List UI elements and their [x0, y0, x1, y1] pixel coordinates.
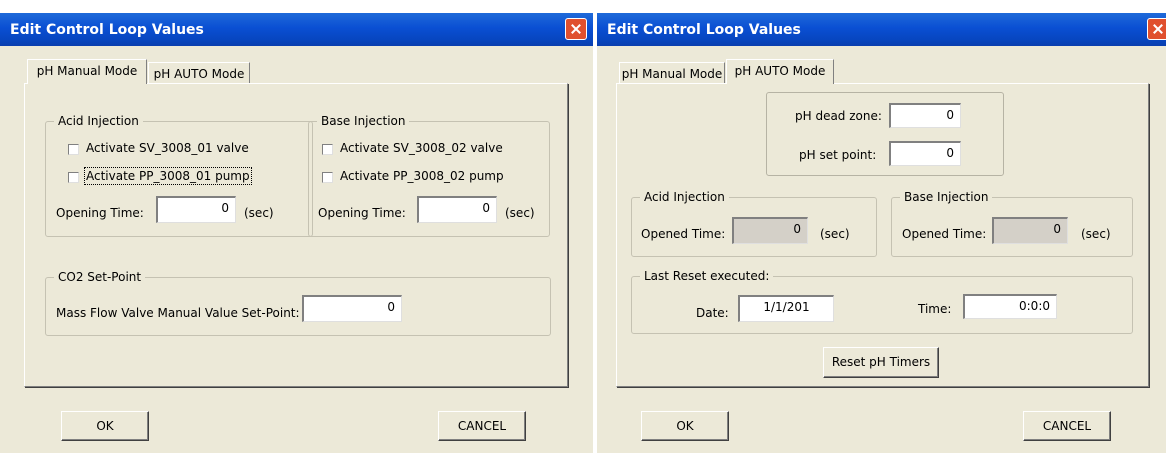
- acid-opening-time-input[interactable]: 0: [156, 196, 236, 223]
- title-bar[interactable]: Edit Control Loop Values: [597, 13, 1166, 46]
- dead-zone-label: pH dead zone:: [795, 109, 882, 123]
- tab-label: pH AUTO Mode: [153, 67, 245, 81]
- mass-flow-label: Mass Flow Valve Manual Value Set-Point:: [56, 306, 300, 320]
- last-reset-legend: Last Reset executed:: [640, 269, 774, 283]
- cancel-button[interactable]: CANCEL: [1023, 411, 1111, 441]
- acid-injection-legend: Acid Injection: [54, 114, 143, 128]
- unit-label: (sec): [1081, 227, 1111, 241]
- time-field[interactable]: 0:0:0: [963, 294, 1057, 319]
- ok-button[interactable]: OK: [641, 411, 729, 441]
- tab-ph-auto-mode[interactable]: pH AUTO Mode: [726, 59, 834, 84]
- base-injection-legend: Base Injection: [900, 190, 993, 204]
- reset-ph-timers-button[interactable]: Reset pH Timers: [823, 347, 939, 378]
- acid-injection-legend: Acid Injection: [640, 190, 729, 204]
- base-injection-group: Base Injection Activate SV_3008_02 valve…: [308, 114, 550, 237]
- co2-setpoint-group: CO2 Set-Point Mass Flow Valve Manual Val…: [45, 270, 551, 336]
- base-opening-time-input[interactable]: 0: [417, 196, 497, 223]
- acid-opened-time-field: 0: [732, 217, 808, 244]
- tab-ph-manual-mode[interactable]: pH Manual Mode: [619, 62, 725, 84]
- close-icon[interactable]: [565, 18, 587, 40]
- tab-label: pH Manual Mode: [36, 64, 138, 78]
- tab-panel: pH dead zone: 0 pH set point: 0 Acid Inj…: [616, 83, 1149, 387]
- last-reset-group: Last Reset executed: Date: 1/1/201 Time:…: [631, 269, 1133, 334]
- checkbox-label: Activate SV_3008_02 valve: [340, 141, 503, 155]
- acid-injection-group: Acid Injection Opened Time: 0 (sec): [631, 190, 877, 257]
- date-field[interactable]: 1/1/201: [738, 295, 834, 322]
- tab-panel: Acid Injection Activate SV_3008_01 valve…: [24, 83, 568, 387]
- dead-zone-input[interactable]: 0: [889, 103, 961, 128]
- close-icon[interactable]: [1147, 18, 1166, 40]
- mass-flow-setpoint-input[interactable]: 0: [302, 295, 402, 322]
- ok-button[interactable]: OK: [61, 411, 149, 441]
- opened-time-label: Opened Time:: [902, 227, 987, 241]
- set-point-input[interactable]: 0: [889, 141, 961, 166]
- base-injection-legend: Base Injection: [317, 114, 410, 128]
- checkbox-label: Activate PP_3008_02 pump: [340, 169, 504, 183]
- ph-parameters-group: pH dead zone: 0 pH set point: 0: [766, 92, 1004, 176]
- opened-time-label: Opened Time:: [641, 227, 726, 241]
- checkbox-sv-3008-02[interactable]: [322, 144, 333, 155]
- tab-ph-manual-mode[interactable]: pH Manual Mode: [27, 59, 147, 84]
- dialog-title: Edit Control Loop Values: [607, 22, 801, 38]
- title-bar[interactable]: Edit Control Loop Values: [0, 13, 593, 46]
- unit-label: (sec): [244, 206, 274, 220]
- cancel-button[interactable]: CANCEL: [438, 411, 526, 441]
- base-opened-time-field: 0: [992, 217, 1068, 244]
- checkbox-label: Activate PP_3008_01 pump: [84, 167, 252, 185]
- dialog-title: Edit Control Loop Values: [10, 22, 204, 38]
- base-injection-group: Base Injection Opened Time: 0 (sec): [891, 190, 1133, 257]
- tab-ph-auto-mode[interactable]: pH AUTO Mode: [148, 62, 250, 84]
- unit-label: (sec): [820, 227, 850, 241]
- checkbox-sv-3008-01[interactable]: [68, 144, 79, 155]
- dialog-manual-mode: Edit Control Loop Values pH Manual Mode …: [0, 13, 593, 453]
- tab-label: pH AUTO Mode: [734, 64, 826, 78]
- unit-label: (sec): [505, 206, 535, 220]
- date-label: Date:: [696, 306, 729, 320]
- tab-label: pH Manual Mode: [621, 67, 723, 81]
- dialog-auto-mode: Edit Control Loop Values pH Manual Mode …: [597, 13, 1166, 453]
- checkbox-pp-3008-02[interactable]: [322, 172, 333, 183]
- set-point-label: pH set point:: [799, 148, 877, 162]
- checkbox-pp-3008-01[interactable]: [68, 172, 79, 183]
- time-label: Time:: [918, 302, 952, 316]
- opening-time-label: Opening Time:: [318, 206, 406, 220]
- opening-time-label: Opening Time:: [56, 206, 144, 220]
- checkbox-label: Activate SV_3008_01 valve: [86, 141, 249, 155]
- co2-setpoint-legend: CO2 Set-Point: [54, 270, 146, 284]
- acid-injection-group: Acid Injection Activate SV_3008_01 valve…: [45, 114, 313, 237]
